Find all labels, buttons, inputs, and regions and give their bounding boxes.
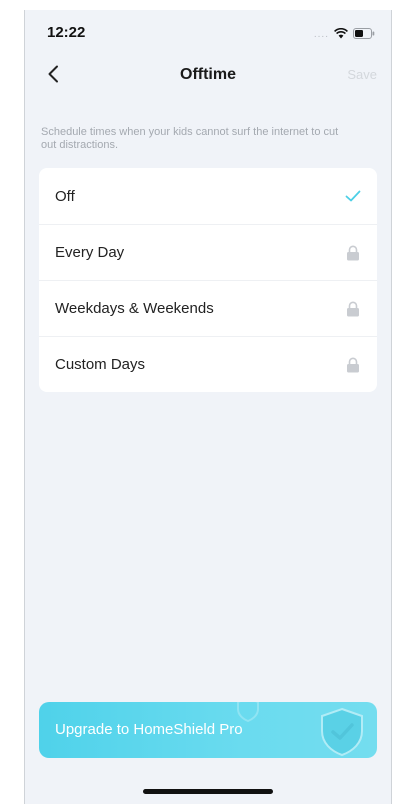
option-off[interactable]: Off — [39, 168, 377, 224]
option-label: Weekdays & Weekends — [55, 300, 214, 317]
option-every-day[interactable]: Every Day — [39, 224, 377, 280]
lock-icon — [345, 245, 361, 261]
shield-check-icon — [317, 706, 367, 758]
upgrade-label: Upgrade to HomeShield Pro — [55, 721, 243, 738]
lock-icon — [345, 301, 361, 317]
page-title: Offtime — [180, 66, 236, 83]
option-label: Every Day — [55, 244, 125, 261]
status-icons: .... — [314, 26, 375, 44]
status-time: 12:22 — [47, 24, 86, 41]
upgrade-button[interactable]: Upgrade to HomeShield Pro — [39, 702, 377, 758]
option-weekdays-weekends[interactable]: Weekdays & Weekends — [39, 280, 377, 336]
lock-icon — [345, 357, 361, 373]
phone-screen: 12:22 .... Offtime Save Schedule times w… — [24, 10, 392, 804]
home-indicator — [143, 789, 273, 794]
schedule-options-list: Off Every Day Weekdays & Weekends Custom… — [39, 168, 377, 392]
save-button[interactable]: Save — [347, 67, 377, 82]
option-custom-days[interactable]: Custom Days — [39, 336, 377, 392]
option-label: Custom Days — [55, 356, 146, 373]
shield-icon — [235, 702, 261, 723]
option-label: Off — [55, 187, 75, 205]
check-icon — [345, 188, 361, 204]
signal-icon: .... — [313, 29, 329, 40]
wifi-icon — [334, 26, 348, 44]
battery-icon — [353, 26, 375, 44]
status-bar: 12:22 .... — [25, 10, 391, 54]
page-description: Schedule times when your kids cannot sur… — [41, 126, 339, 151]
nav-bar: Offtime Save — [25, 56, 391, 96]
